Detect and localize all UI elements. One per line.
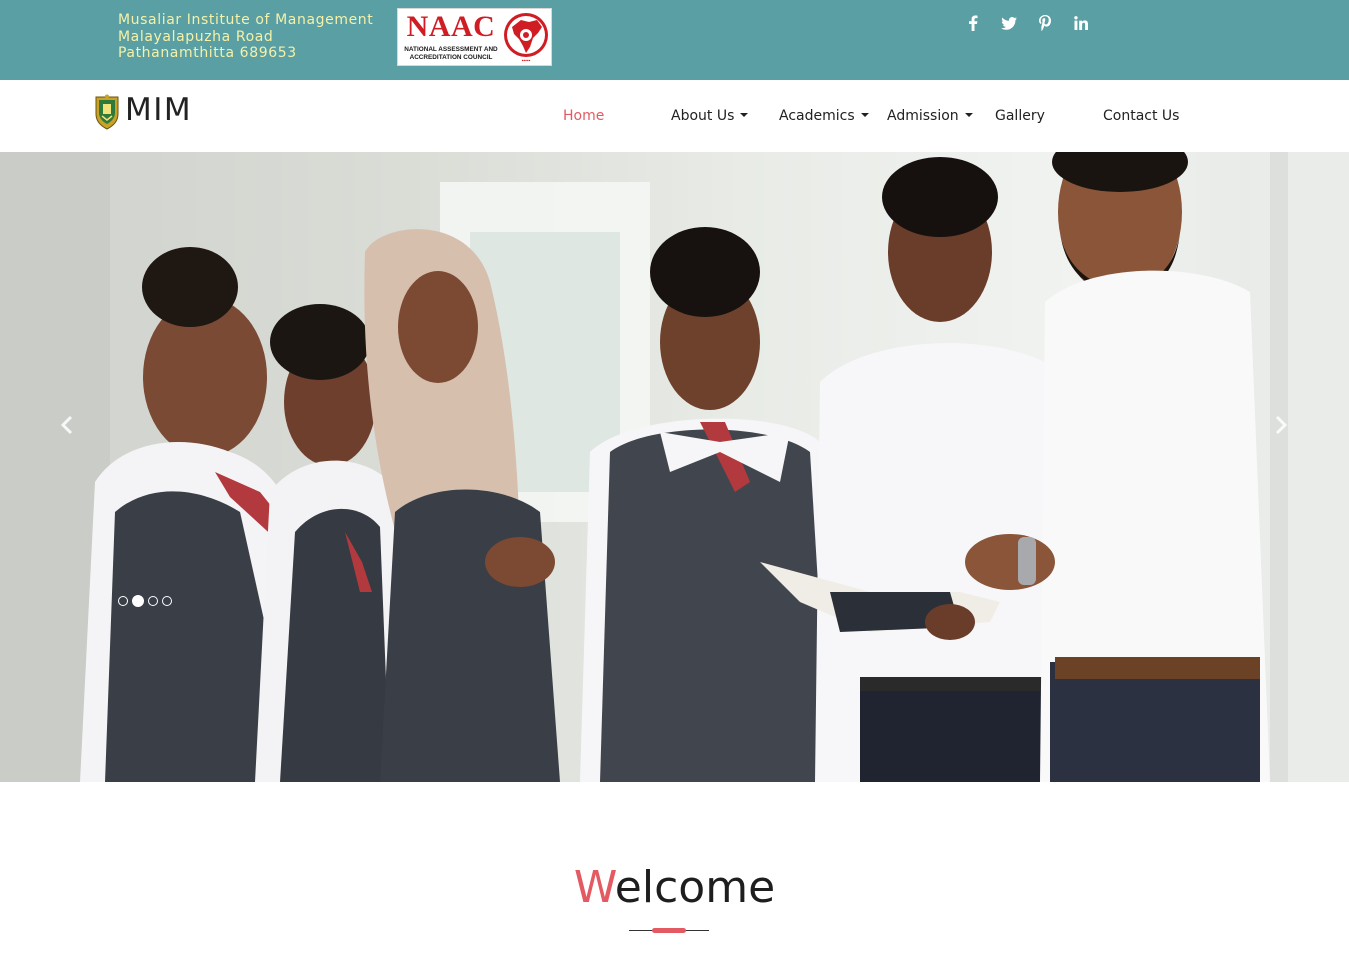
naac-emblem-icon: ▪▪▪▪▪: [504, 13, 548, 64]
nav-about-us-label: About Us: [671, 108, 735, 124]
twitter-icon[interactable]: [1000, 14, 1018, 32]
naac-logo[interactable]: NAAC NATIONAL ASSESSMENT AND ACCREDITATI…: [397, 8, 552, 66]
nav-academics-label: Academics: [779, 108, 855, 124]
welcome-heading: Welcome: [0, 860, 1349, 916]
welcome-heading-initial: W: [573, 862, 615, 913]
nav-gallery[interactable]: Gallery: [995, 106, 1045, 126]
pinterest-icon[interactable]: [1036, 14, 1054, 32]
caret-down-icon: [964, 113, 973, 117]
carousel-indicators: [118, 595, 172, 607]
address-city: Pathanamthitta 689653: [118, 45, 297, 61]
institute-name: Musaliar Institute of Management: [118, 12, 374, 28]
hero-carousel[interactable]: [0, 152, 1349, 782]
nav-about-us[interactable]: About Us: [671, 106, 749, 126]
nav-admission-label: Admission: [887, 108, 959, 124]
address-street: Malayalapuzha Road: [118, 28, 274, 45]
nav-academics[interactable]: Academics: [779, 106, 869, 126]
chevron-left-icon: [60, 415, 73, 435]
carousel-indicator-2[interactable]: [132, 595, 144, 607]
nav-gallery-label: Gallery: [995, 108, 1045, 124]
welcome-heading-rest: elcome: [614, 862, 776, 913]
section-divider-accent: [652, 928, 686, 933]
main-navbar: MIM Home About Us Academics Admission Ga…: [0, 80, 1349, 152]
nav-home[interactable]: Home: [563, 106, 604, 126]
nav-contact-us-label: Contact Us: [1103, 108, 1180, 124]
svg-text:▪▪▪▪▪: ▪▪▪▪▪: [522, 58, 531, 64]
caret-down-icon: [860, 113, 869, 117]
naac-logo-subtitle: NATIONAL ASSESSMENT AND ACCREDITATION CO…: [404, 46, 498, 61]
college-crest-icon[interactable]: [94, 94, 120, 130]
nav-home-label: Home: [563, 108, 605, 124]
chevron-right-icon: [1275, 415, 1288, 435]
hero-slide-image: [0, 152, 1349, 782]
site-logo-text[interactable]: MIM: [125, 90, 192, 130]
nav-admission[interactable]: Admission: [887, 106, 973, 126]
carousel-next-button[interactable]: [1266, 410, 1296, 440]
nav-contact-us[interactable]: Contact Us: [1103, 106, 1179, 126]
naac-logo-title: NAAC: [406, 10, 496, 43]
caret-down-icon: [740, 113, 749, 117]
carousel-indicator-4[interactable]: [162, 596, 172, 606]
carousel-indicator-1[interactable]: [118, 596, 128, 606]
facebook-icon[interactable]: [964, 14, 982, 32]
institute-address: Musaliar Institute of Management Malayal…: [118, 12, 373, 62]
carousel-indicator-3[interactable]: [148, 596, 158, 606]
top-bar: Musaliar Institute of Management Malayal…: [0, 0, 1349, 80]
linkedin-icon[interactable]: [1072, 14, 1090, 32]
carousel-prev-button[interactable]: [52, 410, 82, 440]
